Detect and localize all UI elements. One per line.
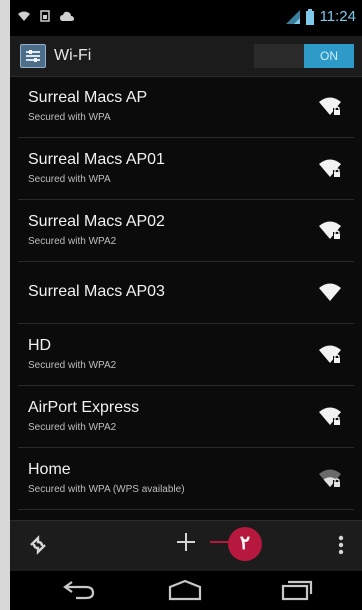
network-name: Surreal Macs AP02 — [28, 213, 165, 230]
network-security: Secured with WPA — [28, 174, 111, 185]
network-item[interactable]: Surreal Macs AP Secured with WPA — [18, 76, 354, 138]
cloud-icon — [60, 11, 74, 21]
network-item[interactable]: AirPort Express Secured with WPA2 — [18, 386, 354, 448]
network-name: Surreal Macs AP01 — [28, 151, 165, 168]
network-name: HD — [28, 337, 52, 354]
add-icon[interactable] — [175, 531, 197, 553]
screen: 11:24 Wi-Fi ON Surreal Macs AP Secured w… — [10, 0, 362, 610]
network-security: Secured with WPA (WPS available) — [28, 484, 185, 495]
settings-icon[interactable] — [20, 44, 46, 68]
network-name: Surreal Macs AP — [28, 89, 148, 106]
scan-icon[interactable] — [28, 535, 48, 555]
home-icon[interactable] — [167, 579, 203, 601]
network-item[interactable]: HD Secured with WPA2 — [18, 324, 354, 386]
wifi-icon — [18, 11, 30, 21]
network-security: Secured with WPA — [28, 112, 111, 123]
status-bar: 11:24 — [10, 0, 362, 36]
network-item[interactable]: Surreal Macs AP02 Secured with WPA2 — [18, 200, 354, 262]
action-bar: Wi-Fi ON — [10, 36, 362, 77]
status-icons-right: 11:24 — [285, 8, 356, 25]
network-security: Secured with WPA2 — [28, 360, 117, 371]
network-security: Secured with WPA2 — [28, 422, 117, 433]
network-name: Surreal Macs AP03 — [28, 283, 165, 300]
network-item[interactable]: Surreal Macs AP01 Secured with WPA — [18, 138, 354, 200]
network-item[interactable]: Home Secured with WPA (WPS available) — [18, 448, 354, 510]
network-name: Home — [28, 461, 71, 478]
callout-badge: ٢ — [228, 527, 262, 561]
wifi-lock-icon — [319, 345, 341, 363]
sim-icon — [40, 10, 50, 22]
network-item[interactable]: Surreal Macs AP03 — [18, 262, 354, 324]
wifi-lock-icon — [319, 159, 341, 177]
nav-bar — [10, 571, 362, 610]
signal-icon — [285, 9, 300, 24]
wifi-weak-lock-icon — [319, 469, 341, 487]
page-title: Wi-Fi — [54, 47, 92, 64]
device-frame: 11:24 Wi-Fi ON Surreal Macs AP Secured w… — [0, 0, 362, 610]
bottom-action-bar: ٢ — [10, 520, 362, 571]
wifi-icon — [319, 283, 341, 301]
status-time: 11:24 — [319, 8, 356, 25]
battery-icon — [305, 8, 314, 25]
network-security: Secured with WPA2 — [28, 236, 117, 247]
network-name: AirPort Express — [28, 399, 140, 416]
toggle-on-label: ON — [304, 44, 354, 68]
wifi-lock-icon — [319, 407, 341, 425]
network-list: Surreal Macs AP Secured with WPA Surreal… — [18, 76, 354, 510]
wifi-toggle[interactable]: ON — [254, 44, 354, 68]
wifi-lock-icon — [319, 97, 341, 115]
back-icon[interactable] — [62, 578, 96, 600]
status-icons-left — [18, 10, 74, 22]
overflow-menu-icon[interactable] — [338, 535, 344, 555]
recent-apps-icon[interactable] — [280, 579, 314, 601]
wifi-lock-icon — [319, 221, 341, 239]
